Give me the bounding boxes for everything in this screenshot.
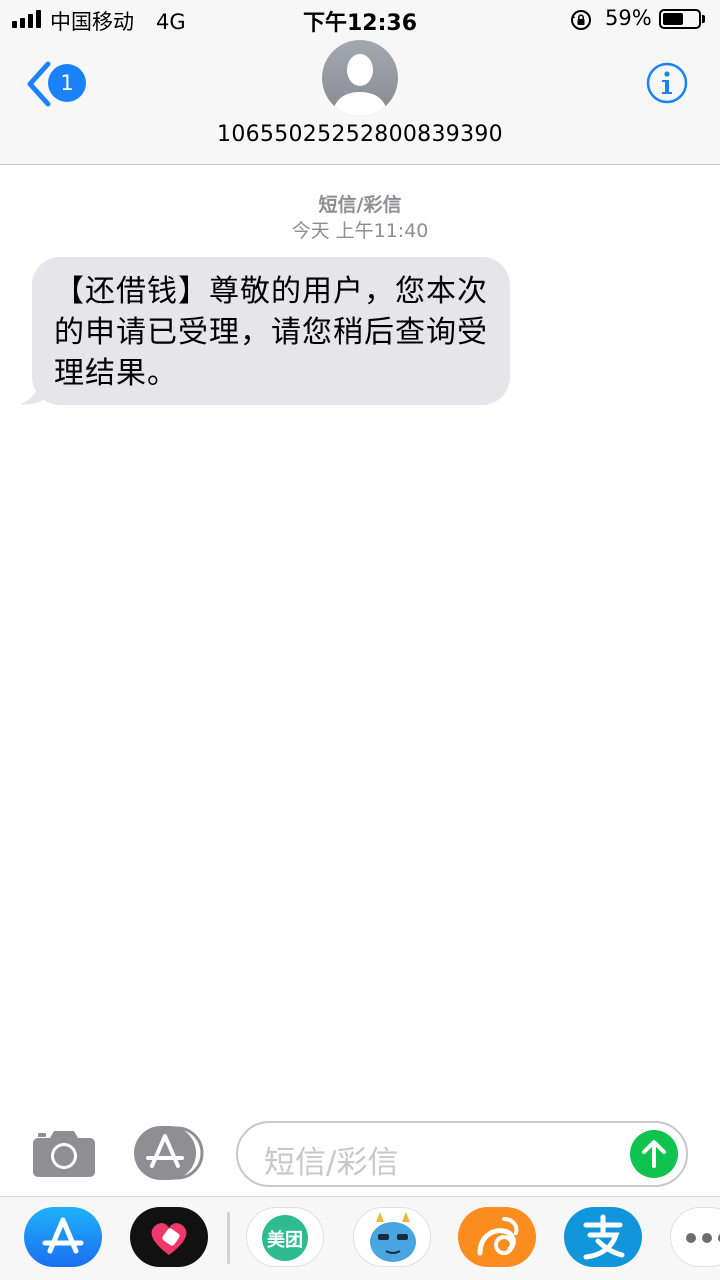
message-timestamp: 今天 上午11:40	[291, 220, 429, 242]
person-silhouette-icon	[332, 54, 388, 116]
battery-icon	[659, 9, 701, 29]
battery-fill	[663, 13, 683, 25]
app-store-icon[interactable]	[134, 1126, 204, 1180]
contact-number[interactable]: 1065502525280083939​0	[0, 122, 720, 147]
message-input[interactable]: 短信/彩信	[236, 1121, 688, 1187]
contact-avatar[interactable]	[322, 40, 398, 116]
camera-icon[interactable]	[32, 1128, 96, 1178]
incoming-message-bubble[interactable]: 【还借钱】尊敬的用户，您本次的申请已受理，请您稍后查询受理结果。	[32, 257, 510, 405]
status-bar: 中国移动 4G 下午12:36 59%	[0, 0, 720, 40]
input-placeholder: 短信/彩信	[264, 1145, 399, 1181]
alipay-icon[interactable]	[564, 1207, 642, 1267]
ellipsis-icon	[686, 1233, 720, 1243]
info-icon[interactable]	[646, 62, 688, 104]
meituan-icon[interactable]: 美团	[246, 1207, 324, 1267]
battery-percent: 59%	[605, 6, 652, 30]
arrow-up-icon	[642, 1140, 666, 1168]
uc-browser-icon[interactable]	[458, 1207, 536, 1267]
drawer-divider	[227, 1212, 230, 1264]
squirrel-icon	[477, 1217, 519, 1256]
message-text: 【还借钱】尊敬的用户，您本次的申请已受理，请您稍后查询受理结果。	[54, 274, 488, 391]
heart-app-icon[interactable]	[130, 1207, 208, 1267]
send-button[interactable]	[630, 1130, 678, 1178]
heart-icon	[151, 1223, 187, 1255]
meituan-label: 美团	[267, 1230, 303, 1251]
alipay-glyph	[583, 1214, 625, 1260]
app-store-glyph	[42, 1217, 84, 1254]
app-store-icon[interactable]	[24, 1207, 102, 1267]
battery-tip	[702, 15, 705, 23]
unread-count-badge[interactable]: 1	[48, 64, 86, 102]
rotation-lock-icon	[571, 10, 591, 30]
monster-app-icon[interactable]	[353, 1207, 431, 1267]
monster-face-icon	[370, 1212, 416, 1262]
message-type-label: 短信/彩信	[318, 194, 402, 216]
